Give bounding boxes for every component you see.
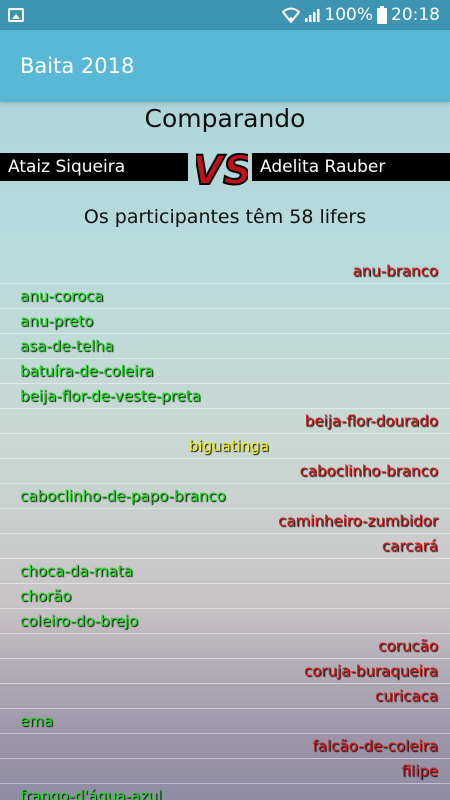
battery-percent: 100% [324, 5, 373, 25]
bird-list-item[interactable]: anu-preto [0, 309, 450, 334]
bird-list-item[interactable]: curicaca [0, 684, 450, 709]
vs-row: Ataiz Siqueira VS Adelita Rauber [0, 147, 450, 194]
bird-list-item[interactable]: carcará [0, 534, 450, 559]
bird-list-item[interactable]: ema [0, 709, 450, 734]
vs-icon: VS [196, 147, 248, 194]
bird-list-item[interactable]: coleiro-do-brejo [0, 609, 450, 634]
clock: 20:18 [391, 5, 440, 25]
app-title: Baita 2018 [20, 54, 135, 78]
bird-list-item[interactable]: caboclinho-branco [0, 459, 450, 484]
lifers-summary: Os participantes têm 58 lifers [83, 206, 367, 228]
bird-list-item[interactable]: falcão-de-coleira [0, 734, 450, 759]
left-participant-name: Ataiz Siqueira [0, 153, 188, 181]
bird-list-item[interactable]: asa-de-telha [0, 334, 450, 359]
bird-list-item[interactable]: filipe [0, 759, 450, 784]
bird-list-item[interactable]: caboclinho-de-papo-branco [0, 484, 450, 509]
bird-list-item[interactable]: caminheiro-zumbidor [0, 509, 450, 534]
bird-list-item[interactable]: anu-branco [0, 259, 450, 284]
bird-list-item[interactable]: anu-coroca [0, 284, 450, 309]
bird-list-item[interactable]: choca-da-mata [0, 559, 450, 584]
image-icon [8, 8, 24, 22]
signal-icon [305, 9, 320, 22]
bird-list-item[interactable]: corucão [0, 634, 450, 659]
vs-label: VS [196, 148, 248, 194]
bird-list[interactable]: anu-branco anu-coroca anu-preto asa-de-telh… [0, 259, 450, 800]
battery-icon [377, 6, 387, 24]
comparison-heading: Comparando [144, 104, 306, 133]
wifi-icon [282, 7, 301, 23]
app-bar: Baita 2018 [0, 30, 450, 102]
status-bar: 100% 20:18 [0, 0, 450, 30]
bird-list-item[interactable]: batuíra-de-coleira [0, 359, 450, 384]
bird-list-item[interactable]: frango-d'água-azul [0, 784, 450, 800]
bird-list-item[interactable]: coruja-buraqueira [0, 659, 450, 684]
right-participant-name: Adelita Rauber [252, 153, 450, 181]
bird-list-item[interactable]: beija-flor-dourado [0, 409, 450, 434]
bird-list-item[interactable]: biguatinga [0, 434, 450, 459]
bird-list-item[interactable]: chorão [0, 584, 450, 609]
bird-list-item[interactable]: beija-flor-de-veste-preta [0, 384, 450, 409]
